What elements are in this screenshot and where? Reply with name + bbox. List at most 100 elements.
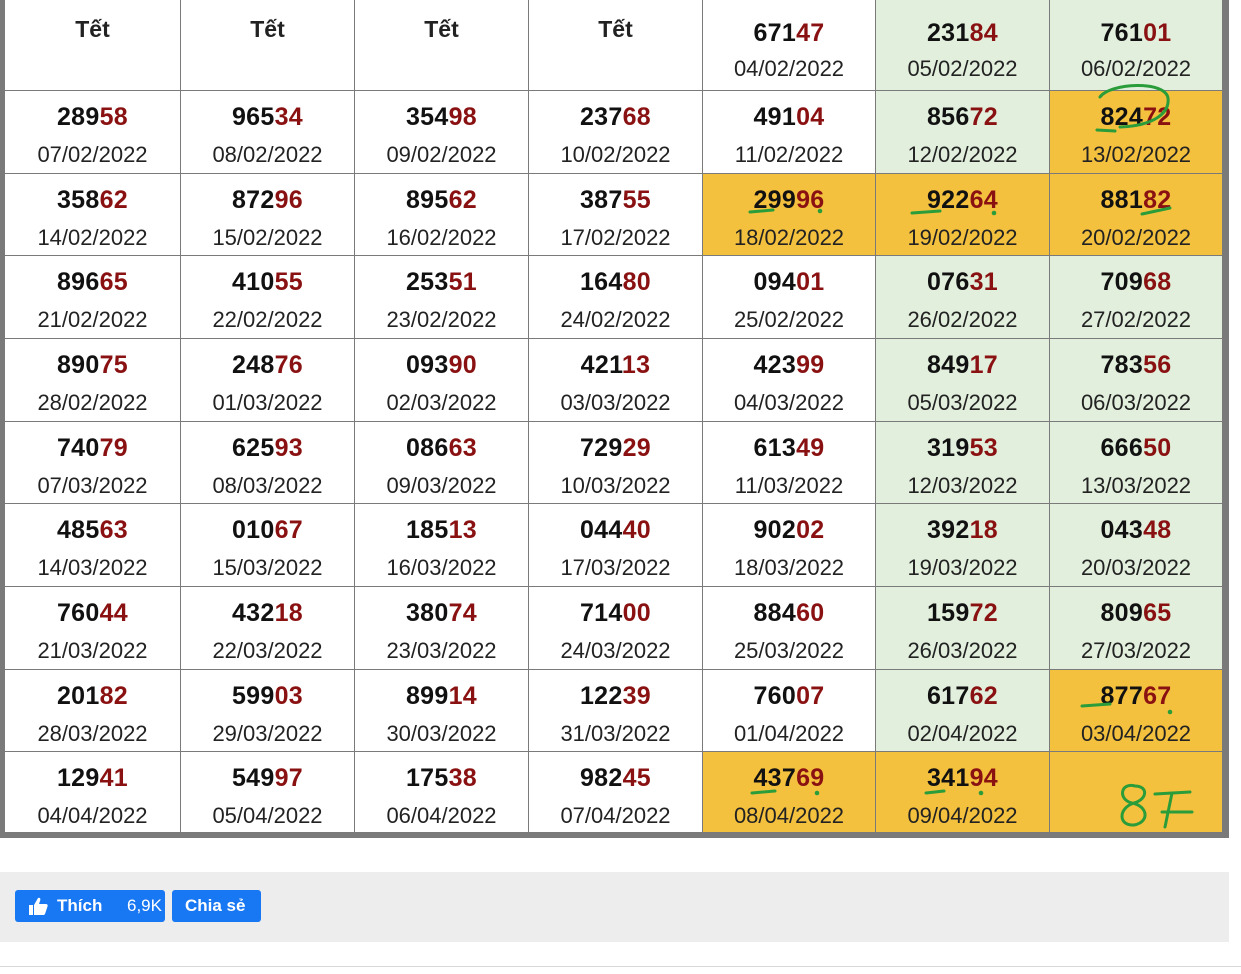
result-cell: 07631 26/02/2022 [876,256,1049,338]
result-cell: 38074 23/03/2022 [355,587,528,669]
draw-date: 14/03/2022 [37,555,148,580]
lottery-number: 08663 [355,434,528,463]
draw-date: 22/03/2022 [212,638,323,663]
number-head: 387 [579,186,623,214]
lottery-number: 43769 [703,764,875,793]
number-head: 613 [753,434,797,462]
result-cell: 12941 04/04/2022 [5,752,180,832]
result-cell: 74079 07/03/2022 [5,422,180,503]
draw-date: 13/02/2022 [1080,142,1192,167]
result-cell: 98245 07/04/2022 [529,752,702,832]
draw-date: 21/03/2022 [37,638,148,663]
result-cell: 70968 27/02/2022 [1050,256,1222,338]
share-button[interactable]: Chia sẻ [172,890,261,922]
lottery-number: 38074 [355,599,528,628]
result-cell: 71400 24/03/2022 [529,587,702,669]
lottery-number: 61762 [876,682,1049,711]
lottery-number: 76101 [1050,19,1222,48]
number-head: 086 [405,434,449,462]
lottery-number: 76007 [703,682,875,711]
number-tail: 64 [969,186,999,214]
draw-date: 06/02/2022 [1080,56,1192,81]
result-cell: 92264 19/02/2022 [876,174,1049,255]
lottery-number: 87767 [1050,682,1222,711]
number-head: 010 [231,516,275,544]
number-tail: 69 [796,764,825,792]
draw-date: 29/03/2022 [212,721,323,746]
result-cell: 15972 26/03/2022 [876,587,1049,669]
draw-date: 15/03/2022 [212,555,323,580]
number-tail: 55 [274,268,304,296]
draw-date: 06/04/2022 [386,803,497,828]
result-cell: 35862 14/02/2022 [5,174,180,255]
draw-date: 09/03/2022 [386,473,497,498]
result-cell: 42399 04/03/2022 [703,339,875,421]
number-tail: 96 [796,186,825,214]
draw-date: 16/02/2022 [386,225,497,250]
number-head: 185 [405,516,449,544]
number-tail: 72 [969,599,999,627]
number-head: 856 [926,103,970,131]
number-tail: 50 [1143,434,1172,462]
number-tail: 47 [796,19,825,47]
result-cell: 17538 06/04/2022 [355,752,528,832]
number-tail: 45 [622,764,652,792]
number-tail: 76 [274,351,304,379]
draw-date: 10/03/2022 [560,473,671,498]
result-cell [1050,752,1222,832]
number-head: 289 [56,103,100,131]
result-cell: 76007 01/04/2022 [703,670,875,751]
number-tail: 72 [969,103,999,131]
lottery-number: 96534 [181,103,354,132]
draw-date: 04/04/2022 [37,803,148,828]
number-head: 671 [753,19,797,47]
draw-date: 05/04/2022 [212,803,323,828]
result-cell: 90202 18/03/2022 [703,504,875,586]
number-head: 824 [1100,103,1144,131]
result-cell: 31953 12/03/2022 [876,422,1049,503]
number-tail: 82 [99,682,129,710]
draw-date: 05/02/2022 [907,56,1018,81]
number-head: 044 [579,516,623,544]
number-head: 902 [753,516,797,544]
number-head: 965 [231,103,275,131]
number-tail: 07 [796,682,825,710]
results-table: Tết Tết Tết Tết 67147 04/02/2022 23184 05/02/20… [0,0,1229,838]
result-cell: 04348 20/03/2022 [1050,504,1222,586]
number-head: 666 [1100,434,1144,462]
number-head: 740 [56,434,100,462]
result-cell: 72929 10/03/2022 [529,422,702,503]
result-cell: 25351 23/02/2022 [355,256,528,338]
lottery-number: 89665 [5,268,180,297]
lottery-number: 16480 [529,268,702,297]
number-head: 491 [753,103,797,131]
result-cell: 89075 28/02/2022 [5,339,180,421]
draw-date: 19/03/2022 [907,555,1018,580]
number-head: 432 [231,599,275,627]
number-head: 809 [1100,599,1144,627]
divider [0,966,1241,967]
draw-date: 11/02/2022 [734,142,844,167]
draw-date: 21/02/2022 [37,307,148,332]
like-button[interactable]: Thích 6,9K [15,890,165,922]
lottery-number: 88182 [1050,186,1222,215]
draw-date: 23/02/2022 [386,307,497,332]
number-head: 899 [405,682,449,710]
number-head: 231 [926,19,970,47]
lottery-number: 29996 [703,186,875,215]
thumbs-up-icon [29,897,48,915]
share-bar: Thích 6,9K Chia sẻ [0,872,1229,942]
number-head: 760 [753,682,797,710]
number-tail: 55 [622,186,652,214]
number-tail: 13 [448,516,478,544]
result-cell: Tết [181,0,354,90]
draw-date: 15/02/2022 [212,225,323,250]
lottery-number: 24876 [181,351,354,380]
lottery-number: 85672 [876,103,1049,132]
number-head: 299 [753,186,797,214]
lottery-number: 17538 [355,764,528,793]
number-head: 421 [580,351,622,379]
number-head: 729 [579,434,623,462]
draw-date: 30/03/2022 [386,721,497,746]
result-cell: 09401 25/02/2022 [703,256,875,338]
